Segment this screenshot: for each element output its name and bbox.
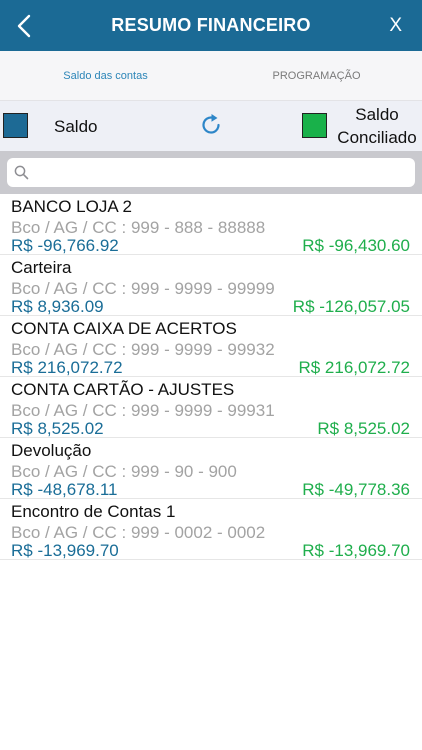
tab-bar: Saldo das contas PROGRAMAÇÃO <box>0 51 422 101</box>
account-bank-info: Bco / AG / CC : 999 - 9999 - 99931 <box>11 401 275 420</box>
tab-programacao[interactable]: PROGRAMAÇÃO <box>211 51 422 101</box>
account-row[interactable]: Carteira Bco / AG / CC : 999 - 9999 - 99… <box>0 255 422 316</box>
account-name: Carteira <box>11 258 72 277</box>
search-bar <box>0 151 422 194</box>
account-saldo: R$ 216,072.72 <box>11 358 123 377</box>
account-saldo-conciliado: R$ -49,778.36 <box>302 480 410 499</box>
close-button[interactable]: X <box>389 15 402 37</box>
account-list: BANCO LOJA 2 Bco / AG / CC : 999 - 888 -… <box>0 194 422 560</box>
account-saldo: R$ -13,969.70 <box>11 541 119 560</box>
account-name: Devolução <box>11 441 92 460</box>
conciliado-legend-line2: Conciliado <box>337 128 417 147</box>
conciliado-legend-label: Saldo Conciliado <box>332 103 422 149</box>
account-saldo-conciliado: R$ -126,057.05 <box>292 297 410 316</box>
conciliado-color-swatch <box>302 113 327 138</box>
search-icon <box>14 165 29 185</box>
account-saldo-conciliado: R$ 216,072.72 <box>298 358 410 377</box>
account-saldo: R$ 8,936.09 <box>11 297 104 316</box>
app-header: RESUMO FINANCEIRO X <box>0 0 422 51</box>
account-saldo-conciliado: R$ -13,969.70 <box>302 541 410 560</box>
account-name: CONTA CAIXA DE ACERTOS <box>11 319 237 338</box>
tab-saldo-das-contas[interactable]: Saldo das contas <box>0 51 211 101</box>
account-row[interactable]: CONTA CAIXA DE ACERTOS Bco / AG / CC : 9… <box>0 316 422 377</box>
account-saldo: R$ -96,766.92 <box>11 236 119 255</box>
account-saldo: R$ -48,678.11 <box>11 480 118 499</box>
account-name: BANCO LOJA 2 <box>11 197 132 216</box>
page-title: RESUMO FINANCEIRO <box>111 15 311 35</box>
legend-bar: Saldo Saldo Conciliado <box>0 101 422 151</box>
conciliado-legend-line1: Saldo <box>355 105 399 124</box>
search-field[interactable] <box>7 158 415 187</box>
account-bank-info: Bco / AG / CC : 999 - 9999 - 99999 <box>11 279 275 298</box>
saldo-color-swatch <box>3 113 28 138</box>
account-name: CONTA CARTÃO - AJUSTES <box>11 380 235 399</box>
account-row[interactable]: BANCO LOJA 2 Bco / AG / CC : 999 - 888 -… <box>0 194 422 255</box>
refresh-icon[interactable] <box>199 113 223 137</box>
account-row[interactable]: Devolução Bco / AG / CC : 999 - 90 - 900… <box>0 438 422 499</box>
saldo-legend-label: Saldo <box>54 117 98 136</box>
account-saldo: R$ 8,525.02 <box>11 419 104 438</box>
account-row[interactable]: CONTA CARTÃO - AJUSTES Bco / AG / CC : 9… <box>0 377 422 438</box>
account-name: Encontro de Contas 1 <box>11 502 176 521</box>
account-bank-info: Bco / AG / CC : 999 - 0002 - 0002 <box>11 523 266 542</box>
account-saldo-conciliado: R$ 8,525.02 <box>317 419 410 438</box>
search-input[interactable] <box>35 158 405 187</box>
account-bank-info: Bco / AG / CC : 999 - 888 - 88888 <box>11 218 266 237</box>
account-bank-info: Bco / AG / CC : 999 - 9999 - 99932 <box>11 340 275 359</box>
account-saldo-conciliado: R$ -96,430.60 <box>302 236 410 255</box>
account-row[interactable]: Encontro de Contas 1 Bco / AG / CC : 999… <box>0 499 422 560</box>
account-bank-info: Bco / AG / CC : 999 - 90 - 900 <box>11 462 237 481</box>
